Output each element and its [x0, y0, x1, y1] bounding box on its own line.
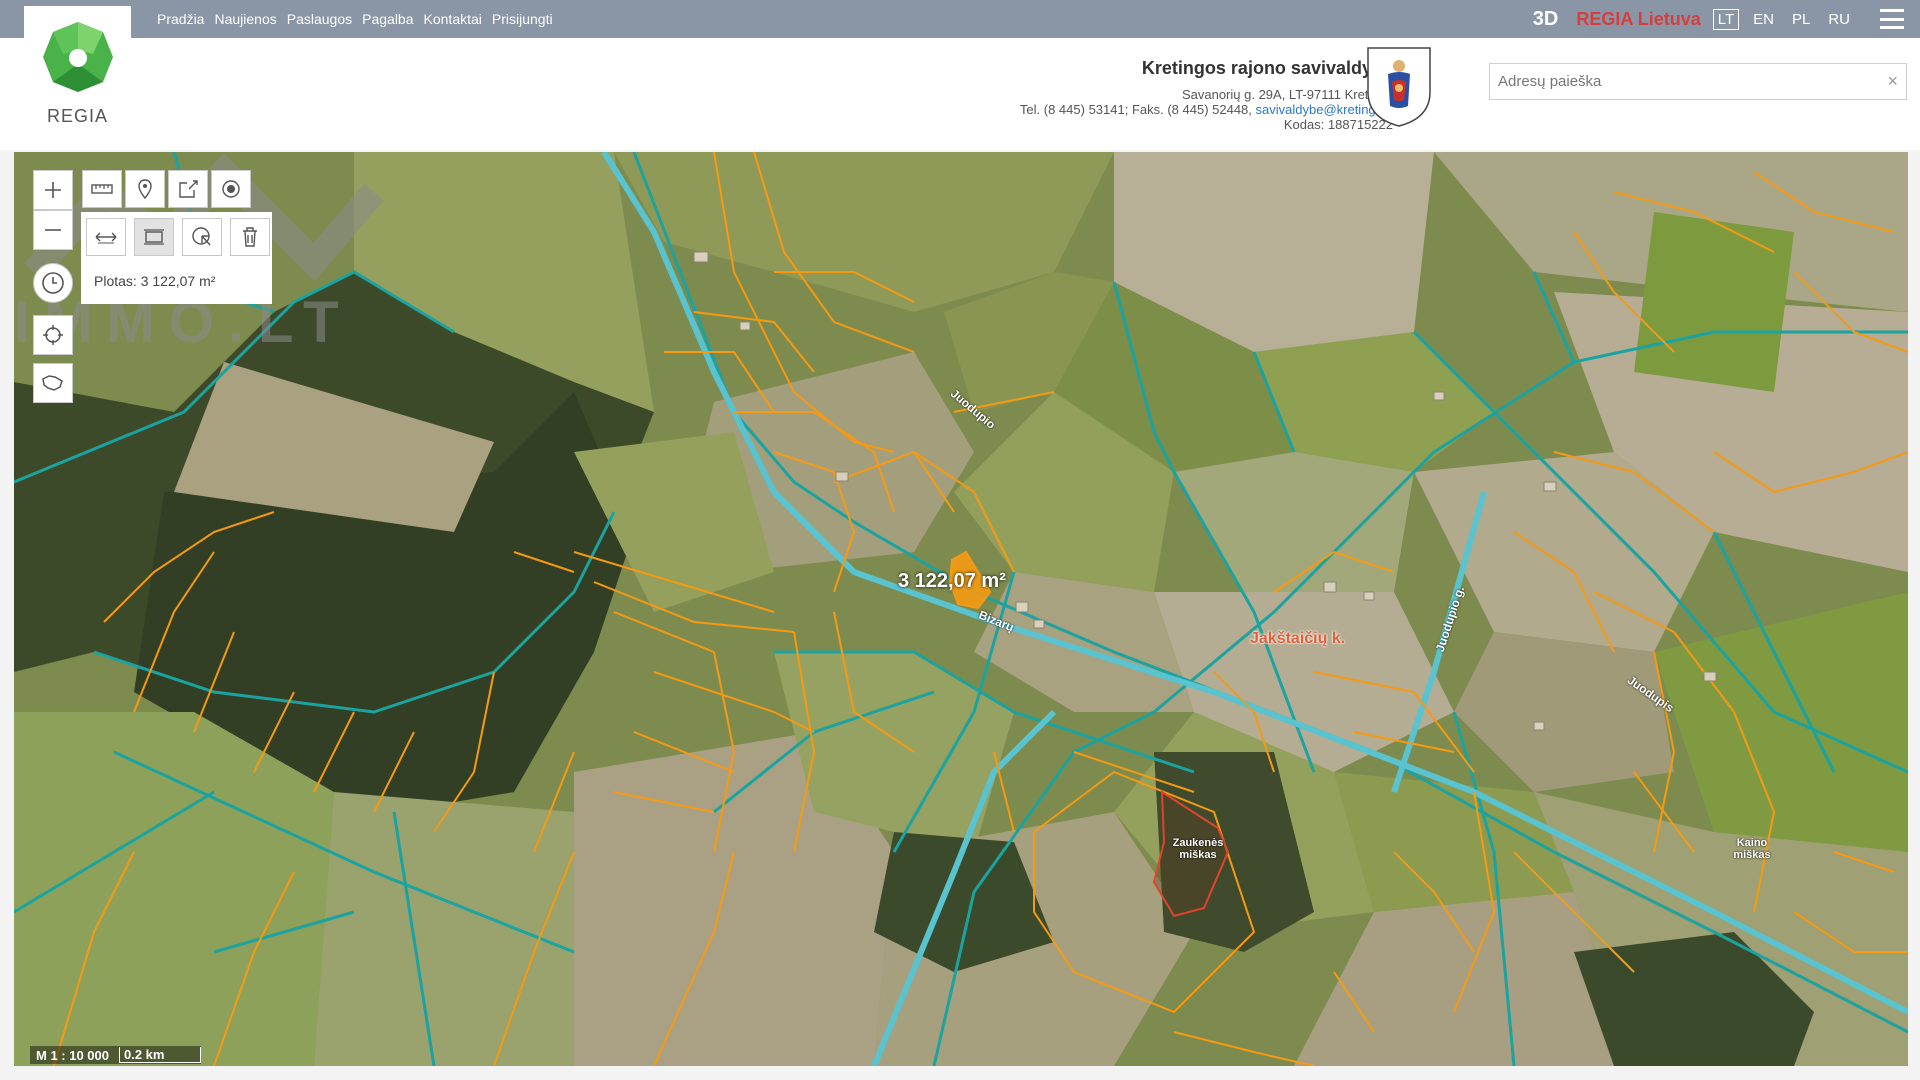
forest-label-zaukenes: Zaukenės miškas: [1172, 837, 1224, 861]
regia-logo[interactable]: REGIA: [24, 6, 131, 126]
hamburger-menu-icon[interactable]: [1880, 9, 1904, 29]
regia-logo-text: REGIA: [46, 106, 108, 126]
target-icon: [222, 180, 240, 198]
nav-link-contacts[interactable]: Kontaktai: [424, 11, 482, 27]
3d-button[interactable]: 3D: [1533, 8, 1559, 31]
map-scale-bar: M 1 : 10 000 0.2 km: [30, 1046, 202, 1064]
nav-link-help[interactable]: Pagalba: [362, 11, 413, 27]
contacts-phone-fax: Tel. (8 445) 53141; Faks. (8 445) 52448,: [1019, 102, 1256, 117]
select-area-button[interactable]: [182, 218, 222, 256]
village-label: Jakštaičių k.: [1250, 630, 1346, 647]
address-search: ×: [1489, 63, 1907, 100]
lithuania-extent-button[interactable]: [33, 363, 73, 403]
address-search-input[interactable]: [1490, 64, 1870, 99]
ruler-icon: [91, 184, 113, 194]
history-button[interactable]: [33, 263, 73, 303]
map-pin-icon: [138, 179, 152, 200]
clock-icon: [42, 272, 64, 294]
main-nav: Pradžia Naujienos Paslaugos Pagalba Kont…: [157, 0, 553, 38]
top-navigation-bar: Pradžia Naujienos Paslaugos Pagalba Kont…: [0, 0, 1920, 38]
ruler-tool-button[interactable]: [82, 170, 122, 208]
scale-ratio: M 1 : 10 000: [36, 1047, 109, 1063]
nav-link-news[interactable]: Naujienos: [214, 11, 276, 27]
place-marker-button[interactable]: [125, 170, 165, 208]
scale-distance: 0.2 km: [119, 1047, 202, 1063]
clear-search-icon[interactable]: ×: [1887, 71, 1898, 92]
top-right-controls: 3D REGIA Lietuva LT EN PL RU: [1533, 0, 1920, 38]
area-icon: [144, 229, 164, 245]
zoom-out-button[interactable]: [33, 210, 73, 250]
nav-link-home[interactable]: Pradžia: [157, 11, 204, 27]
minus-icon: [45, 229, 61, 231]
forest-label-kaino: Kaino miškas: [1733, 837, 1771, 861]
header: Kretingos rajono savivaldybė Savanorių g…: [0, 38, 1920, 150]
share-button[interactable]: [168, 170, 208, 208]
lithuania-map-icon: [42, 375, 63, 391]
municipality-address: Savanorių g. 29A, LT-97111 Kretinga: [1181, 87, 1393, 102]
municipality-code: Kodas: 188715222: [1283, 117, 1393, 132]
delete-measurement-button[interactable]: [230, 218, 270, 256]
map-viewport[interactable]: 3 122,07 m² Jakštaičių k. Zaukenės miška…: [14, 152, 1908, 1066]
measure-result-text: Plotas: 3 122,07 m²: [94, 273, 216, 289]
language-en[interactable]: EN: [1749, 10, 1778, 29]
municipality-info: Kretingos rajono savivaldybė Savanorių g…: [1020, 58, 1393, 132]
nav-link-login[interactable]: Prisijungti: [492, 11, 553, 27]
locate-button[interactable]: [33, 315, 73, 355]
measure-distance-button[interactable]: [86, 218, 126, 256]
zoom-in-button[interactable]: [33, 170, 73, 210]
trash-icon: [243, 227, 257, 247]
cursor-circle-icon: [192, 227, 211, 246]
municipality-contacts: Tel. (8 445) 53141; Faks. (8 445) 52448,…: [1020, 102, 1393, 117]
point-tool-button[interactable]: [211, 170, 251, 208]
measure-area-button[interactable]: [134, 218, 174, 256]
share-icon: [179, 180, 198, 198]
language-lt[interactable]: LT: [1712, 8, 1740, 30]
language-pl[interactable]: PL: [1788, 10, 1814, 29]
plus-icon: [45, 182, 61, 198]
crosshair-icon: [43, 325, 63, 345]
regia-gem-icon: [43, 22, 113, 92]
distance-icon: [95, 232, 117, 244]
coat-of-arms-icon: [1367, 47, 1431, 127]
municipality-name: Kretingos rajono savivaldybė: [1141, 58, 1393, 78]
language-ru[interactable]: RU: [1824, 10, 1854, 29]
regia-lietuva-link[interactable]: REGIA Lietuva: [1576, 9, 1700, 30]
nav-link-services[interactable]: Paslaugos: [287, 11, 352, 27]
measured-area-label: 3 122,07 m²: [898, 570, 1006, 592]
